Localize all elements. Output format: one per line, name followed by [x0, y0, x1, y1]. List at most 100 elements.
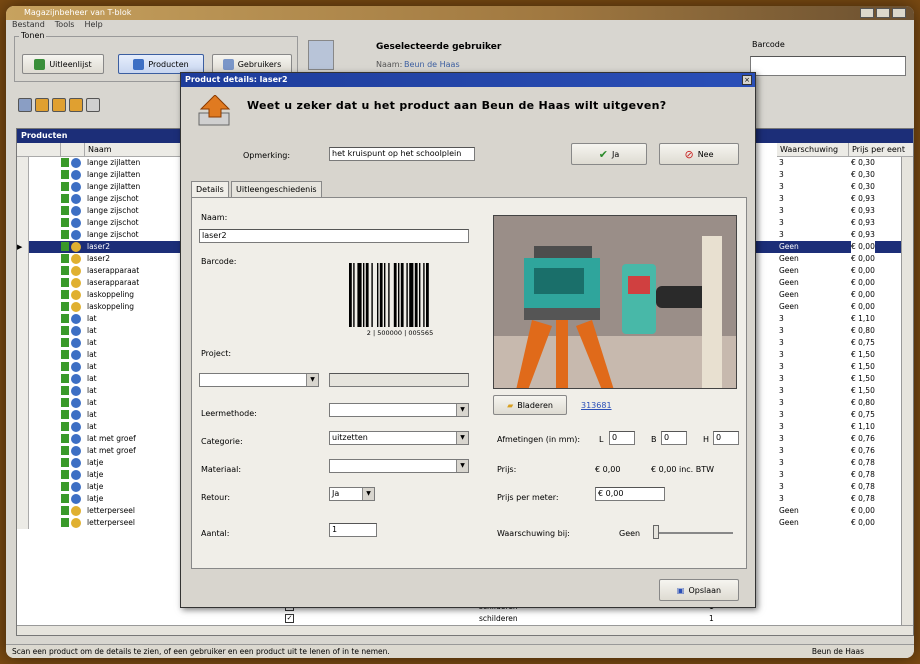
barcode-bar — [426, 263, 429, 327]
row-header[interactable] — [17, 433, 29, 445]
naam-label: Naam: — [201, 213, 228, 222]
warning-slider[interactable] — [651, 525, 737, 541]
price-cell: € 0,93 — [851, 194, 875, 203]
warning-cell: 3 — [779, 458, 784, 467]
row-header[interactable]: ▶ — [17, 241, 29, 253]
delete-icon[interactable] — [69, 98, 83, 112]
row-header[interactable] — [17, 181, 29, 193]
row-header[interactable] — [17, 157, 29, 169]
horizontal-scrollbar[interactable] — [17, 625, 913, 635]
warning-cell: 3 — [779, 230, 784, 239]
project-select[interactable]: ▼ — [199, 373, 319, 387]
row-header[interactable] — [17, 313, 29, 325]
name-cell: lat — [87, 374, 97, 383]
col-header-price[interactable]: Prijs per eent — [849, 143, 913, 157]
menu-help[interactable]: Help — [84, 20, 102, 32]
uitleenlijst-button[interactable]: Uitleenlijst — [22, 54, 104, 74]
producten-button[interactable]: Producten — [118, 54, 204, 74]
materiaal-select[interactable]: ▼ — [329, 459, 469, 473]
price-cell: € 0,75 — [851, 410, 875, 419]
image-link[interactable]: 313681 — [581, 401, 612, 410]
nee-button[interactable]: ⊘ Nee — [659, 143, 739, 165]
count-cell: 1 — [709, 614, 714, 623]
height-input[interactable]: 0 — [713, 431, 739, 445]
bladeren-button[interactable]: ▰ Bladeren — [493, 395, 567, 415]
name-cell: latje — [87, 482, 104, 491]
row-header[interactable] — [17, 397, 29, 409]
retour-select[interactable]: Ja ▼ — [329, 487, 375, 501]
refresh-icon[interactable] — [86, 98, 100, 112]
slider-thumb[interactable] — [653, 525, 659, 539]
row-header[interactable] — [17, 277, 29, 289]
row-header[interactable] — [17, 481, 29, 493]
row-header[interactable] — [17, 289, 29, 301]
width-input[interactable]: 0 — [661, 431, 687, 445]
leermethode-select[interactable]: ▼ — [329, 403, 469, 417]
add-icon[interactable] — [35, 98, 49, 112]
col-header-warning[interactable]: Waarschuwing — [777, 143, 849, 157]
product-type-icon — [71, 326, 81, 336]
project-label: Project: — [201, 349, 232, 358]
uitleenlijst-label: Uitleenlijst — [49, 59, 92, 69]
save-icon[interactable] — [18, 98, 32, 112]
row-header[interactable] — [17, 301, 29, 313]
row-header[interactable] — [17, 517, 29, 529]
row-header[interactable] — [17, 505, 29, 517]
ja-button[interactable]: ✔ Ja — [571, 143, 647, 165]
name-cell: laskoppeling — [87, 302, 135, 311]
dialog-close-button[interactable]: × — [742, 75, 752, 85]
row-header[interactable] — [17, 169, 29, 181]
prijs-label: Prijs: — [497, 465, 517, 474]
row-header[interactable] — [17, 445, 29, 457]
price-cell: € 0,00 — [851, 266, 875, 275]
row-header[interactable] — [17, 469, 29, 481]
barcode-input[interactable] — [750, 56, 906, 76]
row-header[interactable] — [17, 325, 29, 337]
row-header[interactable] — [17, 229, 29, 241]
gebruikers-button[interactable]: Gebruikers — [212, 54, 292, 74]
category-cell: schilderen — [479, 614, 518, 623]
row-header[interactable] — [17, 217, 29, 229]
price-cell: € 0,80 — [851, 326, 875, 335]
row-header[interactable] — [17, 253, 29, 265]
checkbox[interactable]: ✓ — [285, 614, 294, 623]
row-header[interactable] — [17, 349, 29, 361]
aantal-input[interactable]: 1 — [329, 523, 377, 537]
opslaan-button[interactable]: ▣ Opslaan — [659, 579, 739, 601]
maximize-button[interactable] — [876, 8, 890, 18]
row-header[interactable] — [17, 361, 29, 373]
row-header[interactable] — [17, 193, 29, 205]
menu-tools[interactable]: Tools — [55, 20, 75, 32]
tab-details[interactable]: Details — [191, 181, 229, 198]
row-header[interactable] — [17, 337, 29, 349]
name-cell: latje — [87, 470, 104, 479]
name-cell: lat — [87, 422, 97, 431]
product-details-dialog: Product details: laser2 × Weet u zeker d… — [180, 72, 756, 608]
tab-uitleengeschiedenis[interactable]: Uitleengeschiedenis — [231, 181, 322, 197]
edit-icon[interactable] — [52, 98, 66, 112]
row-header[interactable] — [17, 373, 29, 385]
row-header[interactable] — [17, 421, 29, 433]
status-text: Scan een product om de details te zien, … — [12, 647, 390, 656]
price-cell: € 0,93 — [851, 206, 875, 215]
barcode-bar — [398, 263, 400, 327]
row-header[interactable] — [17, 457, 29, 469]
row-header[interactable] — [17, 409, 29, 421]
length-input[interactable]: 0 — [609, 431, 635, 445]
vertical-scrollbar[interactable] — [901, 157, 913, 625]
name-cell: laser2 — [87, 242, 111, 251]
product-type-icon — [71, 194, 81, 204]
row-header[interactable] — [17, 265, 29, 277]
row-header[interactable] — [17, 493, 29, 505]
ppm-input[interactable]: € 0,00 — [595, 487, 665, 501]
col-header-name[interactable]: Naam — [85, 143, 195, 157]
naam-input[interactable]: laser2 — [199, 229, 469, 243]
table-row[interactable]: ✓ schilderen 1 — [17, 613, 913, 625]
row-header[interactable] — [17, 385, 29, 397]
row-header[interactable] — [17, 205, 29, 217]
close-button[interactable] — [892, 8, 906, 18]
categorie-select[interactable]: uitzetten ▼ — [329, 431, 469, 445]
b-label: B — [651, 435, 657, 444]
opmerking-input[interactable]: het kruispunt op het schoolplein — [329, 147, 475, 161]
minimize-button[interactable] — [860, 8, 874, 18]
